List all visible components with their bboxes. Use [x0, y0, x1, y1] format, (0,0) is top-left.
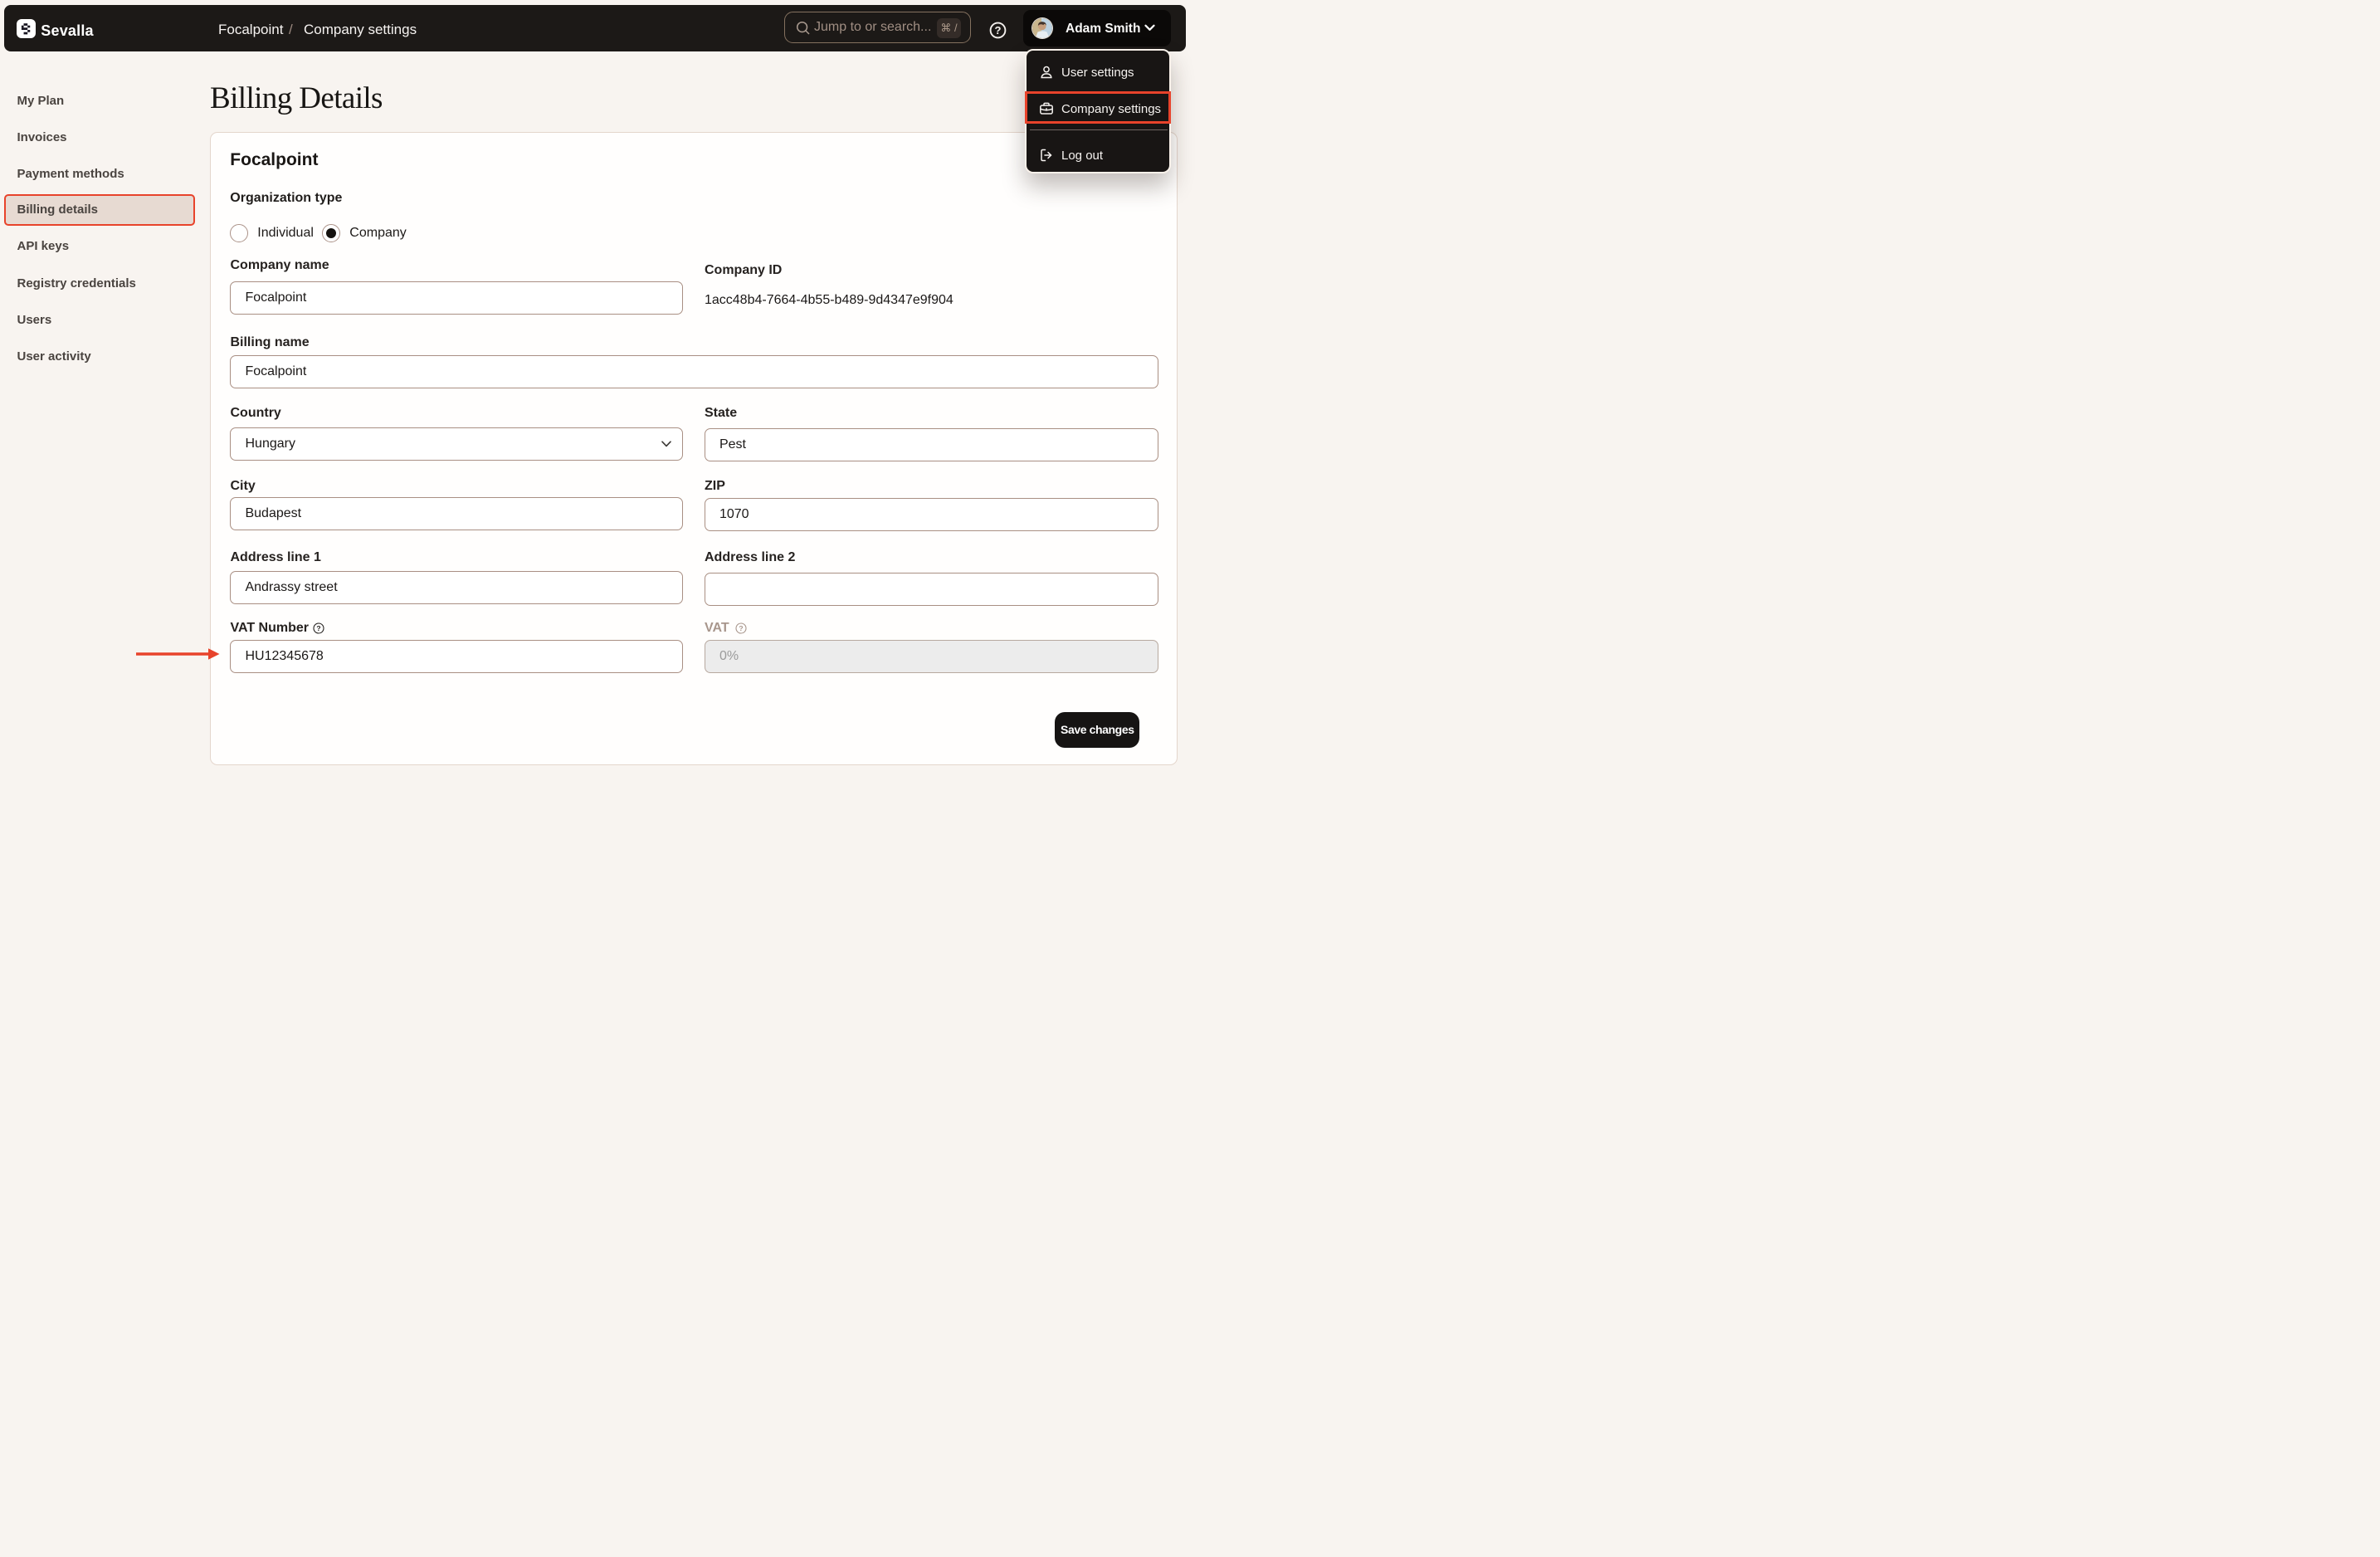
svg-text:?: ?: [739, 624, 744, 632]
svg-text:?: ?: [994, 24, 1001, 37]
svg-text:?: ?: [317, 624, 321, 632]
